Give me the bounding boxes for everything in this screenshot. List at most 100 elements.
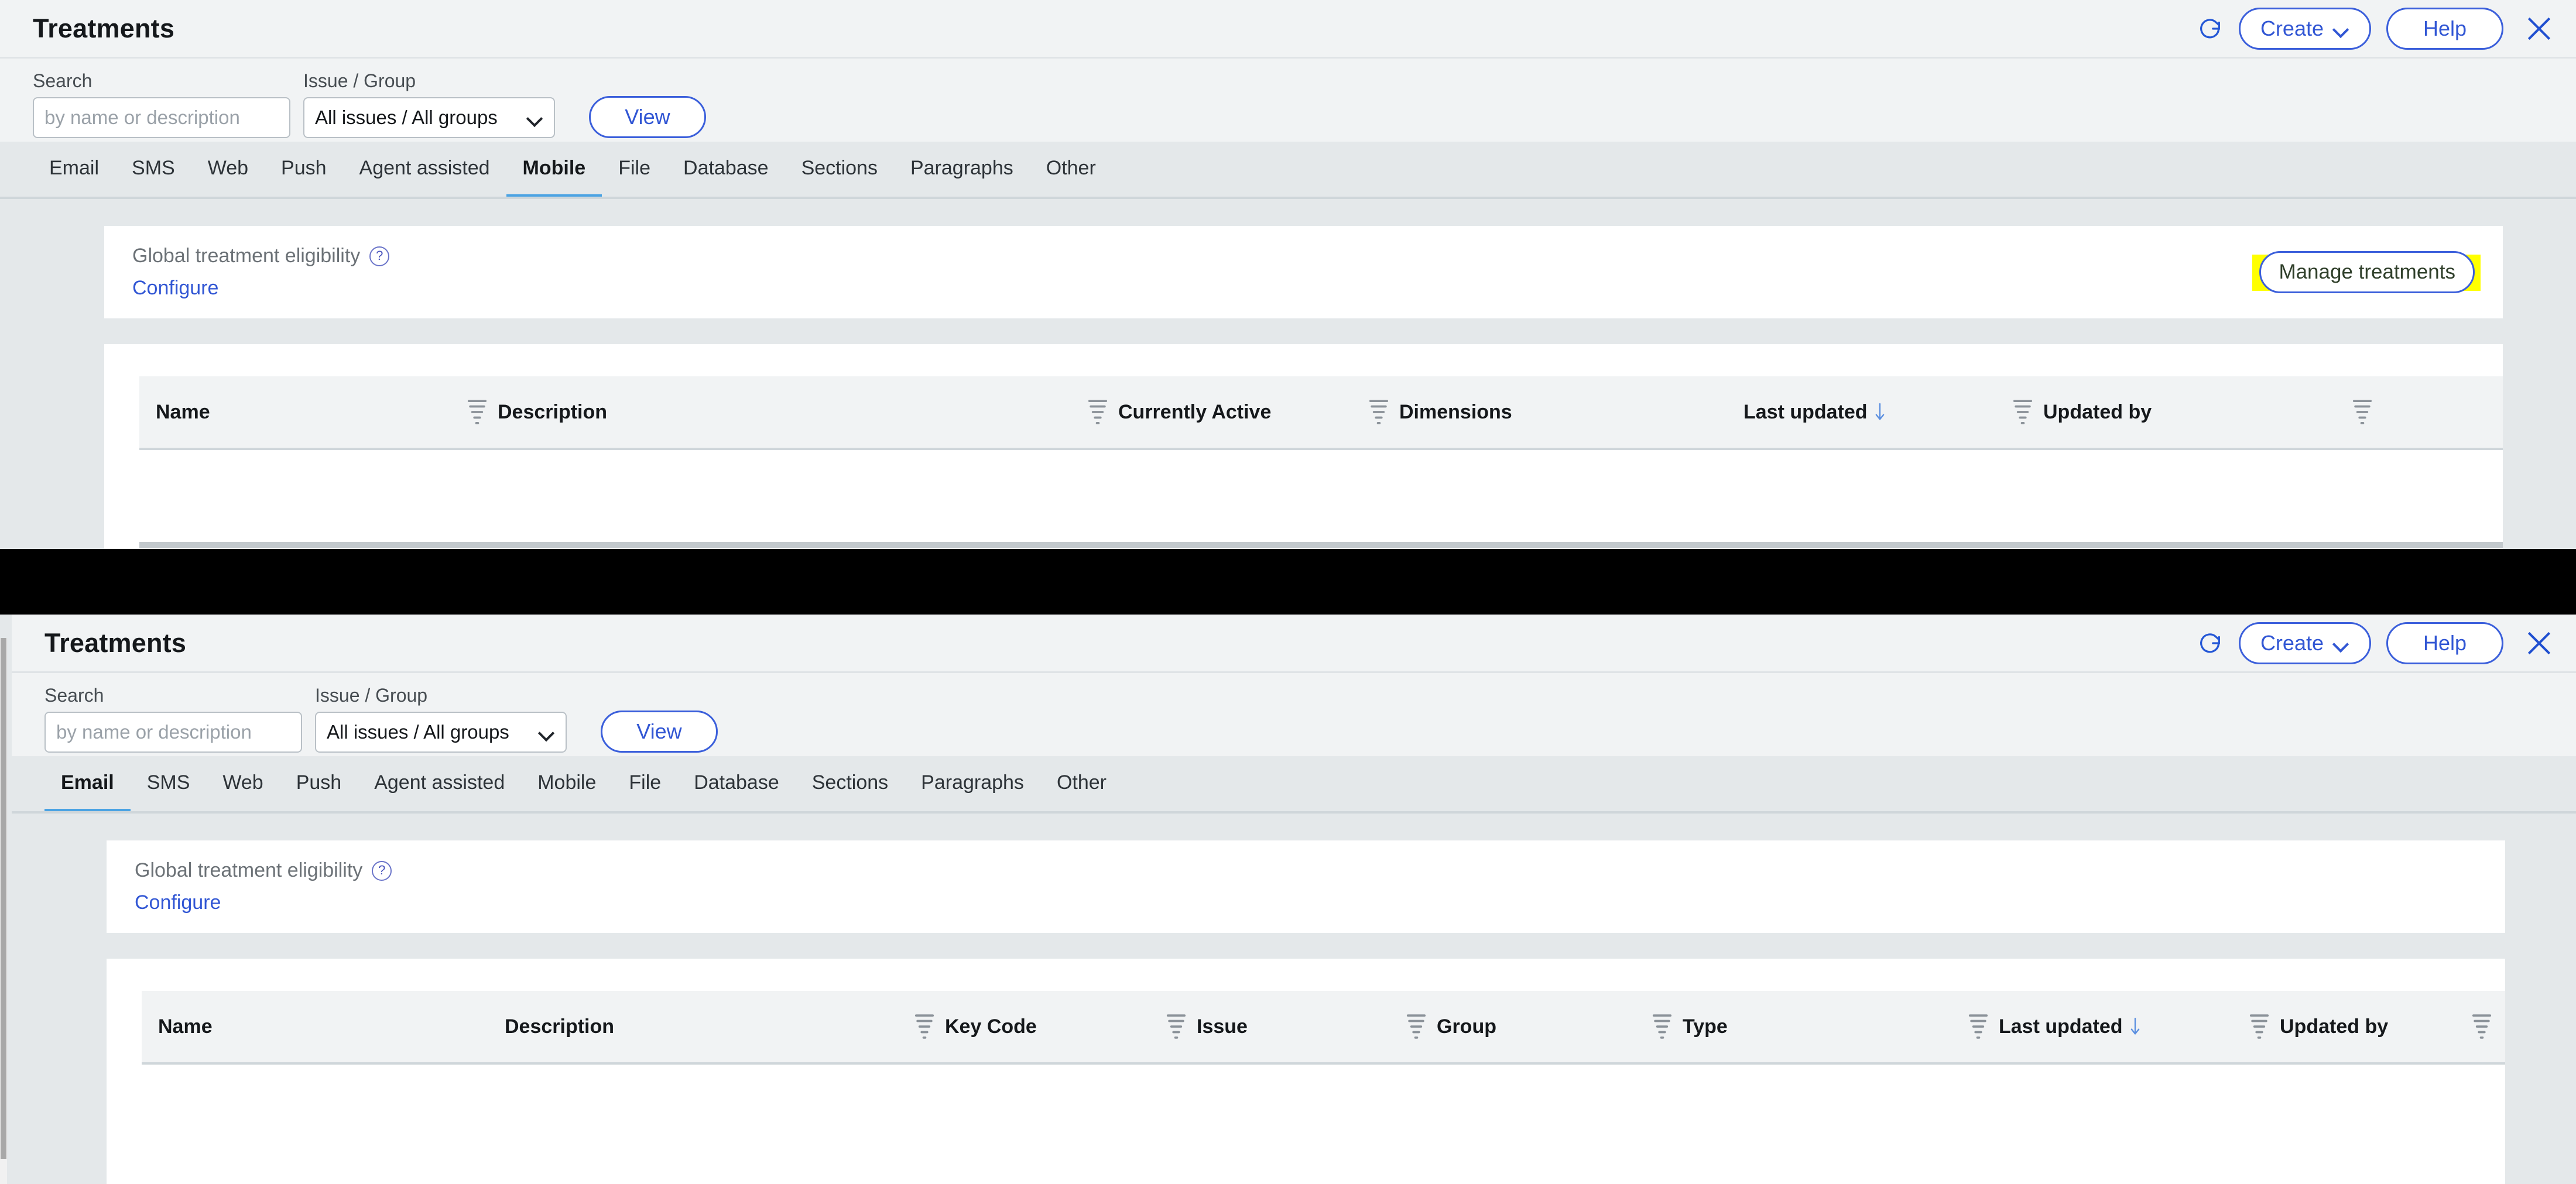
column-header-dimensions[interactable]: Dimensions (1369, 376, 1743, 448)
help-button[interactable]: Help (2386, 7, 2503, 50)
search-field-group: Search by name or description (44, 685, 302, 753)
column-header-label: Group (1437, 1015, 1496, 1038)
tab-mobile[interactable]: Mobile (521, 756, 612, 814)
refresh-icon[interactable] (2197, 630, 2224, 657)
create-button[interactable]: Create (2238, 7, 2371, 50)
column-header-last-updated[interactable]: Last updated (1743, 376, 2013, 448)
chevron-down-icon (528, 113, 543, 122)
column-header-issue[interactable]: Issue (1166, 991, 1406, 1062)
tab-paragraphs[interactable]: Paragraphs (905, 756, 1040, 814)
issue-group-select[interactable]: All issues / All groups (303, 97, 555, 138)
chevron-down-icon (540, 727, 555, 737)
global-eligibility-title: Global treatment eligibility (135, 859, 363, 881)
column-header-actions[interactable] (2472, 991, 2505, 1062)
column-filter-icon[interactable] (1088, 397, 1108, 427)
manage-treatments-button[interactable]: Manage treatments (2259, 251, 2475, 293)
create-button[interactable]: Create (2238, 622, 2371, 664)
column-filter-icon[interactable] (1369, 397, 1389, 427)
tab-agent-assisted[interactable]: Agent assisted (358, 756, 521, 814)
column-header-type[interactable]: Type (1652, 991, 1968, 1062)
tab-database[interactable]: Database (667, 142, 785, 199)
tab-email[interactable]: Email (33, 142, 115, 199)
close-icon[interactable] (2523, 627, 2555, 659)
filter-bar: Search by name or description Issue / Gr… (12, 673, 2576, 756)
panel-vertical-scrollbar[interactable] (0, 638, 7, 1184)
treatments-panel-top: Treatments Create Help Search by name or (0, 0, 2576, 549)
tab-list: Email SMS Web Push Agent assisted Mobile File D… (33, 142, 1112, 199)
issue-group-select[interactable]: All issues / All groups (315, 712, 567, 753)
create-button-label: Create (2260, 16, 2324, 40)
help-button[interactable]: Help (2386, 622, 2503, 664)
tab-other[interactable]: Other (1030, 142, 1112, 199)
column-filter-icon[interactable] (467, 397, 487, 427)
search-input[interactable]: by name or description (33, 97, 290, 138)
scrollbar-thumb[interactable] (1, 638, 6, 1159)
tab-push[interactable]: Push (265, 142, 343, 199)
tab-web[interactable]: Web (191, 142, 265, 199)
column-header-label: Name (158, 1015, 213, 1038)
treatments-table-header: Name Description Key Code Issue Group Type Las… (142, 991, 2505, 1065)
help-circle-icon[interactable]: ? (372, 860, 392, 881)
column-filter-icon[interactable] (1166, 1011, 1186, 1042)
panel-titlebar: Treatments Create Help (0, 0, 2576, 59)
view-button[interactable]: View (601, 711, 718, 753)
tab-paragraphs[interactable]: Paragraphs (894, 142, 1030, 199)
column-filter-icon[interactable] (914, 1011, 934, 1042)
column-header-label: Currently Active (1118, 400, 1272, 423)
help-circle-icon[interactable]: ? (369, 246, 390, 266)
tab-sms[interactable]: SMS (115, 142, 191, 199)
tab-other[interactable]: Other (1040, 756, 1123, 814)
column-filter-icon[interactable] (2352, 397, 2372, 427)
tab-agent-assisted[interactable]: Agent assisted (343, 142, 506, 199)
tab-email[interactable]: Email (44, 756, 131, 814)
configure-link[interactable]: Configure (132, 277, 389, 300)
column-header-label: Type (1683, 1015, 1728, 1038)
filter-bar: Search by name or description Issue / Gr… (0, 59, 2576, 142)
column-filter-icon[interactable] (1968, 1011, 1988, 1042)
column-header-actions[interactable] (2352, 376, 2503, 448)
column-header-updated-by[interactable]: Updated by (2249, 991, 2472, 1062)
column-header-description[interactable]: Description (505, 991, 914, 1062)
refresh-icon[interactable] (2197, 15, 2224, 42)
page-title: Treatments (33, 13, 175, 43)
tab-strip: Email SMS Web Push Agent assisted Mobile File D… (12, 756, 2576, 814)
issue-group-field-group: Issue / Group All issues / All groups (315, 685, 567, 753)
close-icon[interactable] (2523, 13, 2555, 44)
tab-sections[interactable]: Sections (796, 756, 905, 814)
search-label: Search (33, 70, 93, 91)
manage-treatments-label: Manage treatments (2279, 260, 2455, 283)
issue-group-field-group: Issue / Group All issues / All groups (303, 70, 555, 138)
column-filter-icon[interactable] (1652, 1011, 1672, 1042)
configure-link[interactable]: Configure (135, 891, 392, 914)
column-header-name[interactable]: Name (142, 991, 505, 1062)
tab-sms[interactable]: SMS (131, 756, 207, 814)
column-header-last-updated[interactable]: Last updated (1968, 991, 2249, 1062)
column-header-key-code[interactable]: Key Code (914, 991, 1166, 1062)
tab-database[interactable]: Database (677, 756, 796, 814)
tab-sections[interactable]: Sections (785, 142, 894, 199)
tab-file[interactable]: File (612, 756, 677, 814)
table-horizontal-scrollbar[interactable] (139, 542, 2503, 548)
column-filter-icon[interactable] (2472, 1011, 2492, 1042)
global-eligibility-title: Global treatment eligibility (132, 245, 361, 267)
column-filter-icon[interactable] (2249, 1011, 2269, 1042)
issue-group-value: All issues / All groups (315, 107, 498, 128)
view-button[interactable]: View (589, 96, 706, 138)
column-header-updated-by[interactable]: Updated by (2013, 376, 2352, 448)
column-filter-icon[interactable] (1406, 1011, 1426, 1042)
tab-web[interactable]: Web (206, 756, 279, 814)
search-input[interactable]: by name or description (44, 712, 302, 753)
issue-group-label: Issue / Group (303, 70, 416, 91)
tab-push[interactable]: Push (280, 756, 358, 814)
panel-titlebar: Treatments Create Help (12, 615, 2576, 673)
tab-file[interactable]: File (602, 142, 667, 199)
column-header-label: Description (498, 400, 608, 423)
column-header-description[interactable]: Description (467, 376, 1088, 448)
column-header-group[interactable]: Group (1406, 991, 1652, 1062)
tab-mobile[interactable]: Mobile (506, 142, 602, 199)
column-header-name[interactable]: Name (139, 376, 467, 448)
treatments-panel-bottom: Treatments Create Help Search by name or (0, 615, 2576, 1184)
column-header-currently-active[interactable]: Currently Active (1088, 376, 1369, 448)
column-filter-icon[interactable] (2013, 397, 2033, 427)
filter-fields: Search by name or description Issue / Gr… (44, 685, 718, 753)
